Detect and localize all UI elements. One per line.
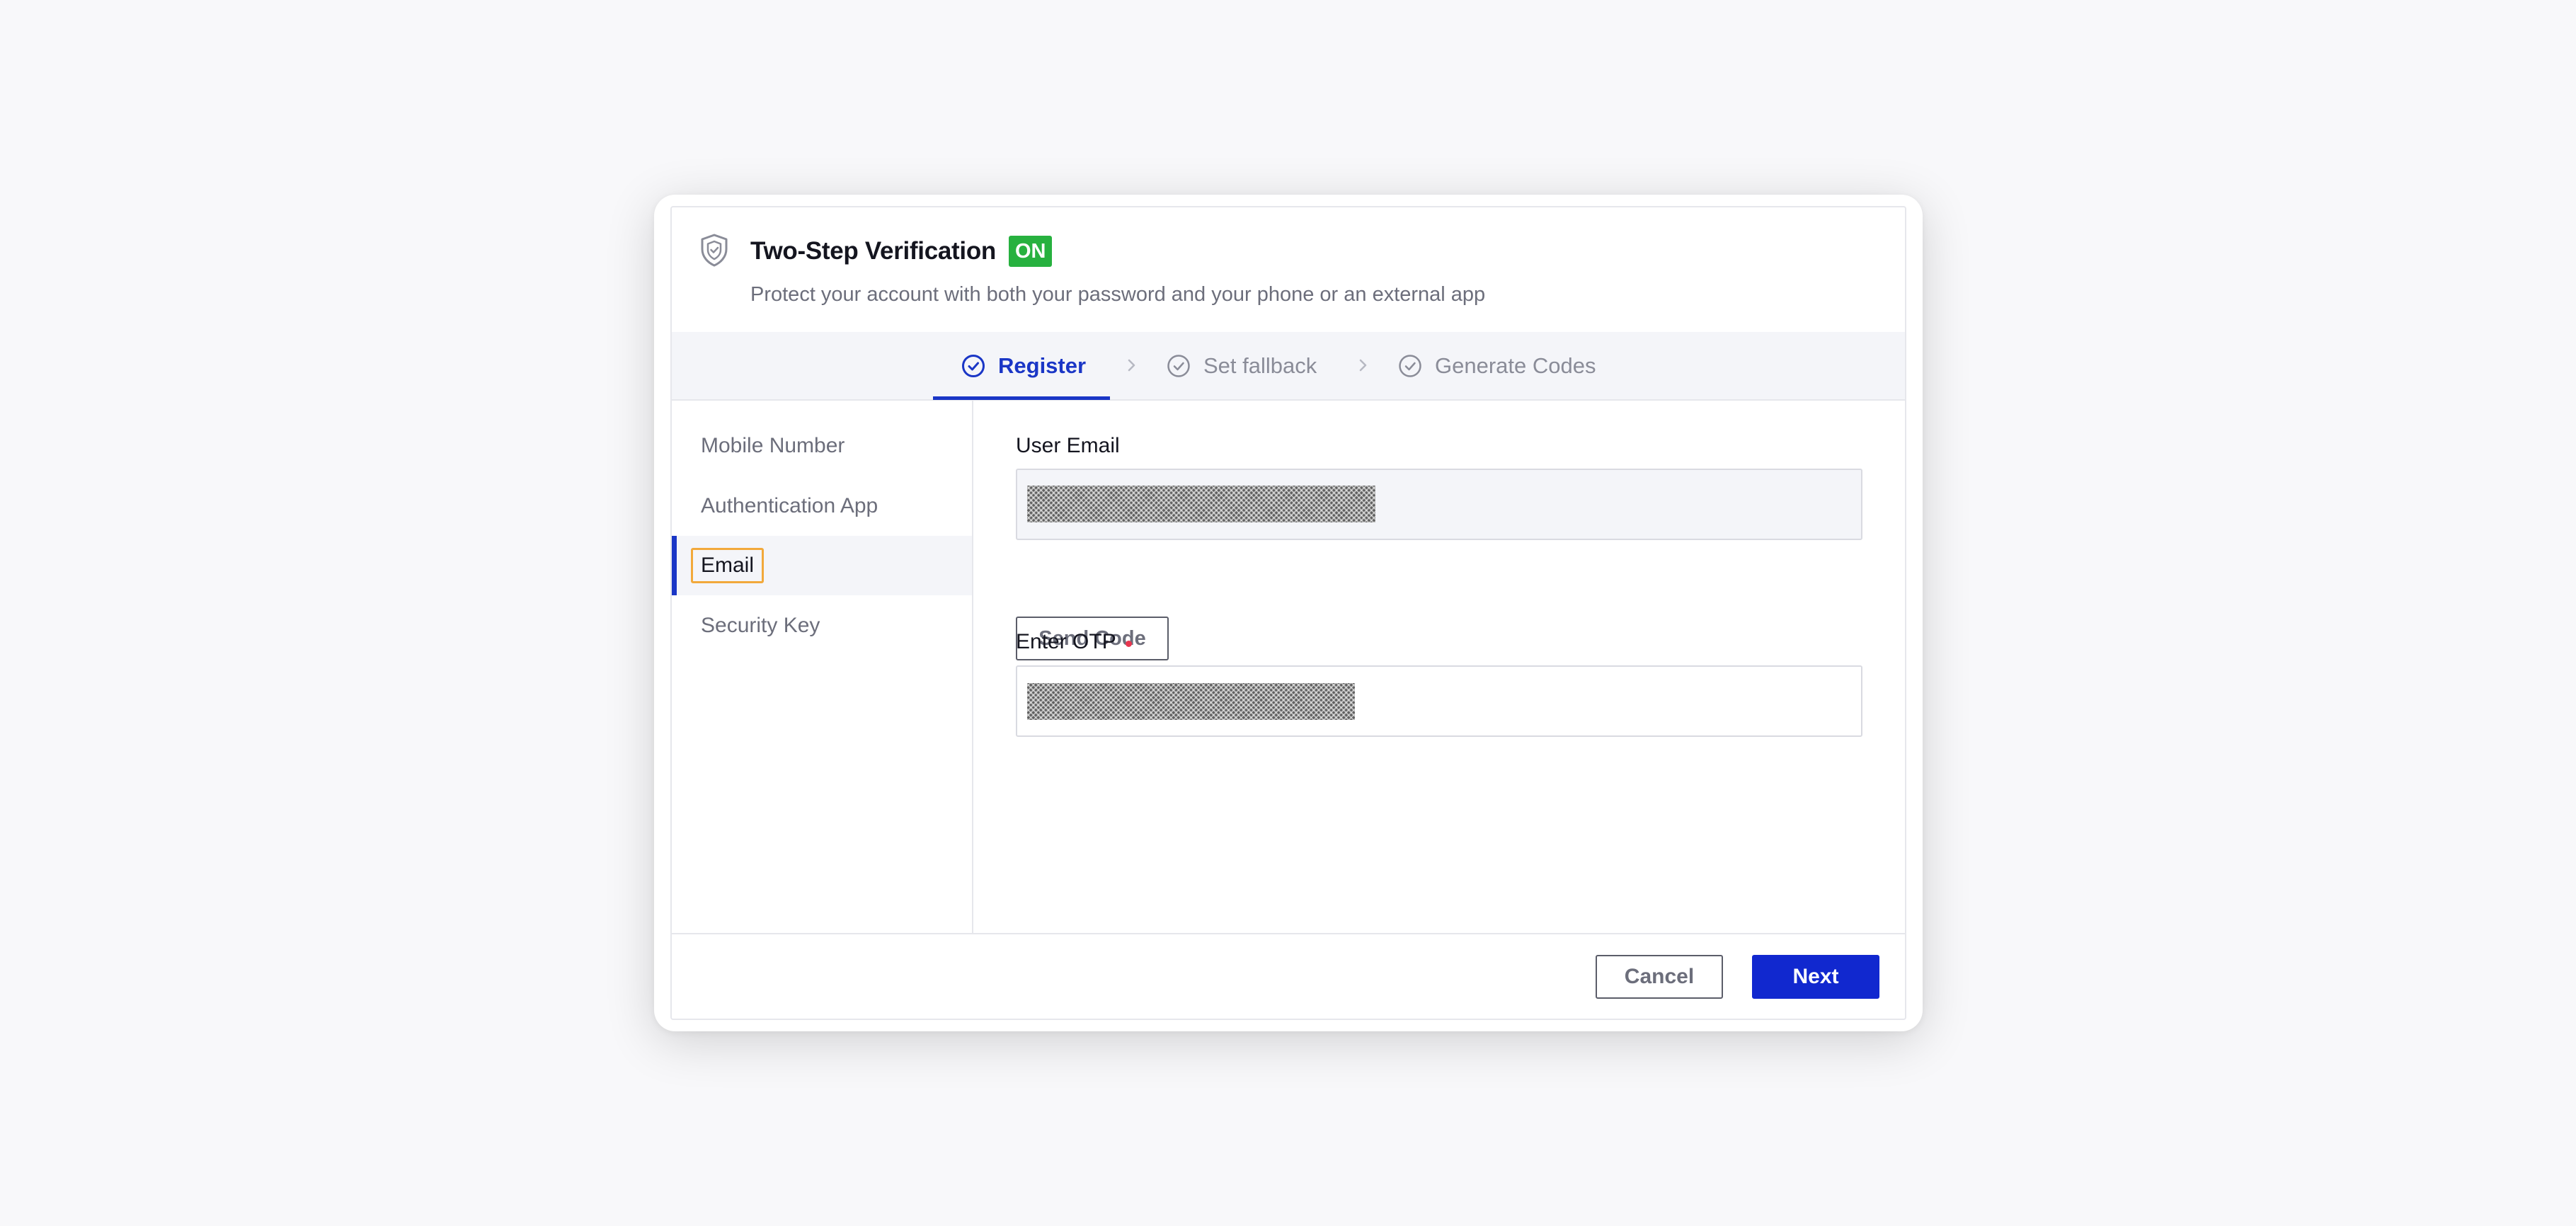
- dialog-subtitle: Protect your account with both your pass…: [750, 283, 1486, 306]
- sidebar-item-label: Mobile Number: [701, 434, 845, 457]
- step-generate-codes[interactable]: Generate Codes: [1398, 332, 1596, 399]
- user-email-input[interactable]: [1016, 469, 1862, 540]
- sidebar-item-label: Email: [691, 548, 765, 583]
- two-step-verification-dialog: Two-Step Verification ON Protect your ac…: [670, 206, 1906, 1020]
- enter-otp-label-text: Enter OTP: [1016, 630, 1116, 653]
- otp-input[interactable]: [1016, 665, 1862, 737]
- required-indicator: [1125, 640, 1132, 647]
- email-form: User Email Send Code Enter OTP: [973, 401, 1905, 933]
- dialog-shadow-frame: Two-Step Verification ON Protect your ac…: [654, 195, 1923, 1031]
- user-email-label-text: User Email: [1016, 434, 1120, 457]
- step-set-fallback[interactable]: Set fallback: [1167, 332, 1317, 399]
- sidebar-item-mobile-number[interactable]: Mobile Number: [672, 416, 972, 476]
- check-circle-icon: [1399, 354, 1421, 377]
- chevron-right-icon: [1128, 359, 1135, 372]
- dialog-title: Two-Step Verification: [750, 237, 996, 265]
- check-circle-icon: [1167, 354, 1190, 377]
- step-label: Generate Codes: [1435, 353, 1596, 378]
- enter-otp-label: Enter OTP: [1016, 630, 1132, 654]
- sidebar-item-authentication-app[interactable]: Authentication App: [672, 476, 972, 536]
- chevron-right-icon: [1359, 359, 1367, 372]
- cancel-button[interactable]: Cancel: [1596, 955, 1723, 999]
- shield-check-icon: [701, 234, 728, 267]
- next-button[interactable]: Next: [1752, 955, 1879, 999]
- sidebar-item-label: Security Key: [701, 614, 820, 637]
- title-row: Two-Step Verification ON: [750, 234, 1053, 268]
- dialog-header: Two-Step Verification ON Protect your ac…: [672, 207, 1905, 332]
- sidebar-item-label: Authentication App: [701, 494, 878, 517]
- status-badge: ON: [1008, 236, 1053, 267]
- step-register[interactable]: Register: [961, 332, 1086, 399]
- user-email-label: User Email: [1016, 434, 1120, 458]
- sidebar-item-email[interactable]: Email: [672, 536, 972, 595]
- sidebar-item-security-key[interactable]: Security Key: [672, 596, 972, 655]
- check-circle-icon: [962, 354, 985, 377]
- method-sidebar: Mobile Number Authentication App Email S…: [672, 401, 973, 933]
- stepper: Register Set fallback Generate Codes: [672, 332, 1905, 401]
- step-label: Set fallback: [1203, 353, 1317, 378]
- step-label: Register: [998, 353, 1087, 378]
- dialog-footer: Cancel Next: [672, 933, 1905, 1019]
- active-step-indicator: [933, 396, 1110, 400]
